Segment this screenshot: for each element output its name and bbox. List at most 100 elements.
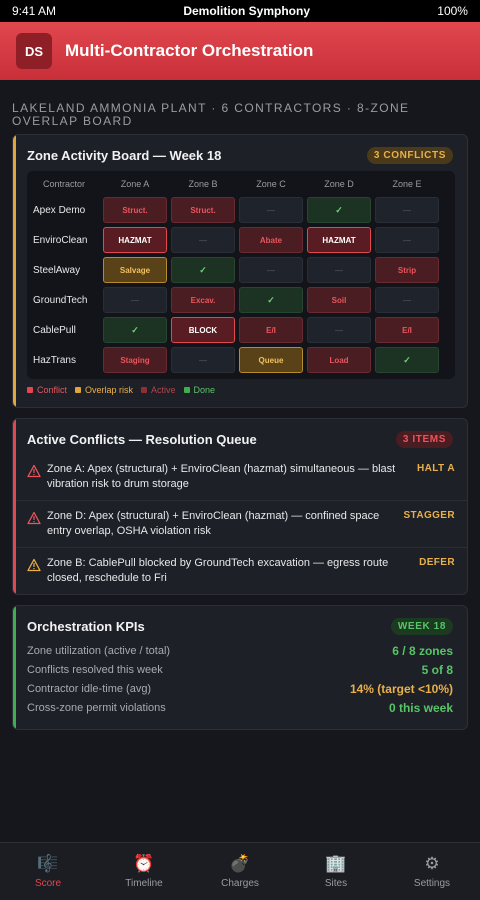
resolution-action-button[interactable]: DEFER <box>419 557 455 568</box>
zone-cell-slot: BLOCK <box>169 315 237 345</box>
zone-board: Contractor Zone A Zone B Zone C Zone D Zone E… <box>27 171 455 379</box>
legend-swatch <box>141 387 148 393</box>
zone-cell-active[interactable]: Staging <box>103 347 167 373</box>
zone-cell-active[interactable]: Struct. <box>103 197 167 223</box>
kpi-value: 0 this week <box>388 700 453 715</box>
zone-cell-empty[interactable]: — <box>239 197 303 223</box>
column-header-contractor: Contractor <box>42 179 86 189</box>
conflict-list: Zone A: Apex (structural) + EnviroClean … <box>13 454 467 594</box>
kpi-row: Zone utilization (active / total) 6 / 8 z… <box>13 641 467 660</box>
bomb-icon: 💣 <box>229 854 251 873</box>
zone-cell-overlap[interactable]: Queue <box>239 347 303 373</box>
conflict-description: Zone D: Apex (structural) + EnviroClean … <box>47 510 380 537</box>
tab-sites[interactable]: 🏢 Sites <box>288 843 384 900</box>
zone-activity-card: Zone Activity Board — Week 18 3 CONFLICT… <box>12 134 468 408</box>
zone-cell-slot: — <box>373 195 441 225</box>
zone-cell-done[interactable]: ✓ <box>375 347 439 373</box>
zone-cell-slot: Soil <box>305 285 373 315</box>
zone-cell-slot: — <box>101 285 169 315</box>
zone-cell-slot: ✓ <box>169 255 237 285</box>
zone-cell-slot: ✓ <box>237 285 305 315</box>
conflict-description: Zone A: Apex (structural) + EnviroClean … <box>47 463 396 490</box>
zone-cell-slot: ✓ <box>101 315 169 345</box>
status-battery: 100% <box>437 4 468 18</box>
zone-cell-slot: — <box>237 255 305 285</box>
zone-cell-active[interactable]: Abate <box>239 227 303 253</box>
column-header-zone: Zone E <box>392 179 422 189</box>
week-badge: WEEK 18 <box>390 618 453 635</box>
resolution-action-button[interactable]: STAGGER <box>403 510 455 521</box>
zone-cell-done[interactable]: ✓ <box>103 317 167 343</box>
zone-cell-active[interactable]: Excav. <box>171 287 235 313</box>
zone-cell-slot: Struct. <box>101 195 169 225</box>
tab-label: Settings <box>413 878 451 889</box>
legend-item: Overlap risk <box>75 385 133 395</box>
zone-cell-slot: Load <box>305 345 373 375</box>
zone-cell-active[interactable]: Struct. <box>171 197 235 223</box>
zone-cell-slot: Salvage <box>101 255 169 285</box>
zone-cell-done[interactable]: ✓ <box>239 287 303 313</box>
zone-cell-conflict[interactable]: BLOCK <box>171 317 235 343</box>
zone-cell-empty[interactable]: — <box>375 227 439 253</box>
zone-cell-overlap[interactable]: Salvage <box>103 257 167 283</box>
zone-cell-active[interactable]: E/I <box>239 317 303 343</box>
status-bar: 9:41 AM Demolition Symphony 100% <box>0 0 480 22</box>
legend-swatch <box>75 387 82 393</box>
app-logo-badge[interactable]: DS <box>16 33 52 69</box>
legend-swatch <box>27 387 33 393</box>
kpi-label: Conflicts resolved this week <box>27 663 163 676</box>
zone-cell-active[interactable]: Strip <box>375 257 439 283</box>
legend-swatch <box>183 387 190 393</box>
status-carrier: Demolition Symphony <box>183 4 310 18</box>
tab-charges[interactable]: 💣 Charges <box>192 843 288 900</box>
tab-label: Sites <box>324 878 348 889</box>
legend-item: Conflict <box>27 385 67 395</box>
contractor-name: CablePull <box>33 324 76 336</box>
zone-cell-done[interactable]: ✓ <box>307 197 371 223</box>
zone-cell-slot: Struct. <box>169 195 237 225</box>
zone-cell-empty[interactable]: — <box>171 347 235 373</box>
zone-cell-conflict[interactable]: HAZMAT <box>307 227 371 253</box>
conflicts-count-badge: 3 CONFLICTS <box>366 147 453 164</box>
kpi-value: 6 / 8 zones <box>392 643 453 658</box>
contractor-name: GroundTech <box>33 294 88 306</box>
zone-grid: Contractor Zone A Zone B Zone C Zone D Zone E… <box>27 173 455 375</box>
zone-cell-empty[interactable]: — <box>375 287 439 313</box>
zone-cell-empty[interactable]: — <box>239 257 303 283</box>
column-header-zone: Zone C <box>256 179 286 189</box>
tab-label: Charges <box>221 878 259 889</box>
kpi-label: Zone utilization (active / total) <box>27 644 171 657</box>
zone-cell-slot: — <box>237 195 305 225</box>
zone-cell-empty[interactable]: — <box>307 317 371 343</box>
conflict-item[interactable]: Zone A: Apex (structural) + EnviroClean … <box>13 454 467 501</box>
kpi-row: Cross-zone permit violations 0 this week <box>13 698 467 717</box>
zone-cell-slot: Strip <box>373 255 441 285</box>
zone-cell-empty[interactable]: — <box>375 197 439 223</box>
resolution-action-button[interactable]: HALT A <box>417 463 455 474</box>
tab-score[interactable]: 🎼 Score <box>0 843 96 900</box>
column-header-zone: Zone B <box>188 179 218 189</box>
zone-cell-slot: Abate <box>237 225 305 255</box>
zone-cell-active[interactable]: Load <box>307 347 371 373</box>
tab-timeline[interactable]: ⏰ Timeline <box>96 843 192 900</box>
conflict-item[interactable]: Zone B: CablePull blocked by GroundTech … <box>13 548 467 594</box>
zone-cell-empty[interactable]: — <box>171 227 235 253</box>
contractor-name: SteelAway <box>33 264 81 276</box>
contractor-name: Apex Demo <box>33 204 86 216</box>
legend-item: Active <box>141 385 176 395</box>
conflict-item[interactable]: Zone D: Apex (structural) + EnviroClean … <box>13 501 467 548</box>
zone-cell-active[interactable]: Soil <box>307 287 371 313</box>
zone-cell-active[interactable]: E/I <box>375 317 439 343</box>
zone-cell-slot: — <box>169 345 237 375</box>
app-header: DS Multi-Contractor Orchestration <box>0 22 480 80</box>
page-title: Multi-Contractor Orchestration <box>65 41 314 60</box>
zone-cell-empty[interactable]: — <box>103 287 167 313</box>
zone-cell-slot: ✓ <box>305 195 373 225</box>
zone-cell-empty[interactable]: — <box>307 257 371 283</box>
zone-cell-done[interactable]: ✓ <box>171 257 235 283</box>
zone-cell-conflict[interactable]: HAZMAT <box>103 227 167 253</box>
zone-cell-slot: — <box>373 285 441 315</box>
tab-settings[interactable]: ⚙ Settings <box>384 843 480 900</box>
column-header-zone: Zone D <box>324 179 354 189</box>
legend-label: Overlap risk <box>85 385 134 395</box>
